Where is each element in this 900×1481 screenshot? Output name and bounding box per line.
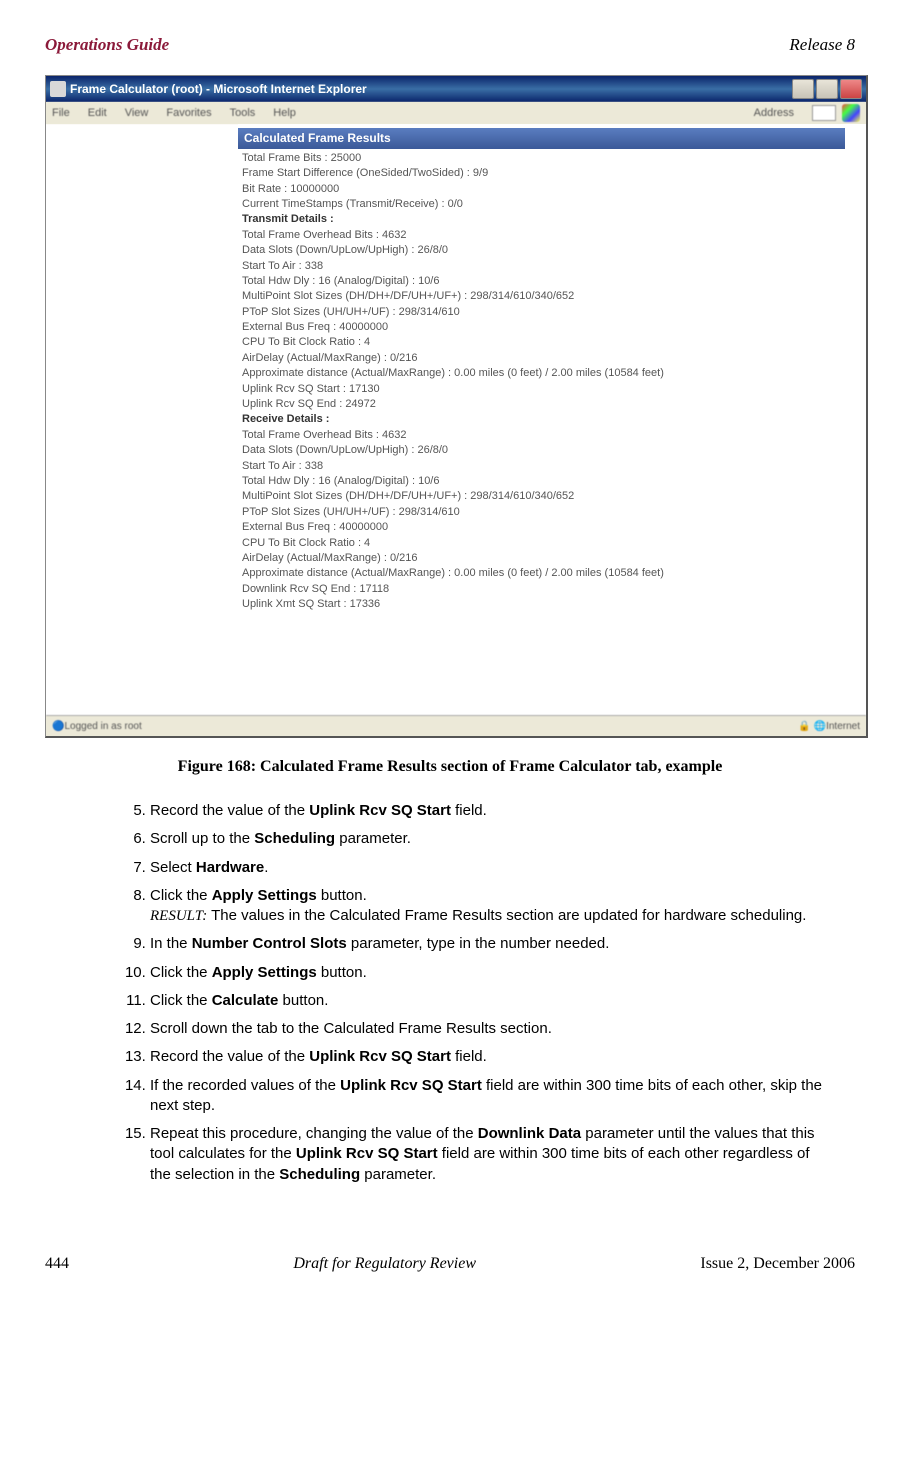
step-item: Click the Apply Settings button.: [150, 963, 830, 983]
step-item: Select Hardware.: [150, 858, 830, 878]
result-line: Downlink Rcv SQ End : 17118: [238, 582, 866, 597]
result-line: Uplink Rcv SQ Start : 17130: [238, 382, 866, 397]
ie-menubar: File Edit View Favorites Tools Help Addr…: [46, 102, 866, 124]
result-line: Frame Start Difference (OneSided/TwoSide…: [238, 166, 866, 181]
result-line: Total Frame Overhead Bits : 4632: [238, 428, 866, 443]
section-head: Calculated Frame Results: [238, 128, 845, 149]
result-line: Data Slots (Down/UpLow/UpHigh) : 26/8/0: [238, 243, 866, 258]
result-line: External Bus Freq : 40000000: [238, 320, 866, 335]
result-line: Approximate distance (Actual/MaxRange) :…: [238, 566, 866, 581]
result-line: Data Slots (Down/UpLow/UpHigh) : 26/8/0: [238, 443, 866, 458]
windows-flag-icon: [842, 104, 860, 122]
result-line: MultiPoint Slot Sizes (DH/DH+/DF/UH+/UF+…: [238, 289, 866, 304]
menu-help[interactable]: Help: [273, 107, 296, 119]
result-line: Total Frame Overhead Bits : 4632: [238, 228, 866, 243]
result-line: AirDelay (Actual/MaxRange) : 0/216: [238, 351, 866, 366]
result-line: Receive Details :: [238, 412, 866, 427]
result-line: Total Frame Bits : 25000: [238, 151, 866, 166]
result-line: PToP Slot Sizes (UH/UH+/UF) : 298/314/61…: [238, 305, 866, 320]
header-left: Operations Guide: [45, 35, 169, 55]
header-right: Release 8: [789, 35, 855, 55]
footer-right: Issue 2, December 2006: [700, 1255, 855, 1273]
result-line: Start To Air : 338: [238, 459, 866, 474]
step-item: Repeat this procedure, changing the valu…: [150, 1124, 830, 1185]
menu-view[interactable]: View: [125, 107, 149, 119]
step-item: Record the value of the Uplink Rcv SQ St…: [150, 1047, 830, 1067]
result-line: External Bus Freq : 40000000: [238, 520, 866, 535]
menu-file[interactable]: File: [52, 107, 70, 119]
step-item: If the recorded values of the Uplink Rcv…: [150, 1076, 830, 1117]
menu-favorites[interactable]: Favorites: [166, 107, 211, 119]
result-line: Approximate distance (Actual/MaxRange) :…: [238, 366, 866, 381]
embedded-screenshot: Frame Calculator (root) - Microsoft Inte…: [45, 75, 868, 738]
step-item: Click the Calculate button.: [150, 991, 830, 1011]
result-line: Uplink Rcv SQ End : 24972: [238, 397, 866, 412]
step-item: Click the Apply Settings button.RESULT: …: [150, 886, 830, 927]
menu-edit[interactable]: Edit: [88, 107, 107, 119]
result-line: Uplink Xmt SQ Start : 17336: [238, 597, 866, 612]
result-line: Current TimeStamps (Transmit/Receive) : …: [238, 197, 866, 212]
minimize-button[interactable]: [792, 79, 814, 99]
result-line: MultiPoint Slot Sizes (DH/DH+/DF/UH+/UF+…: [238, 489, 866, 504]
figure-caption: Figure 168: Calculated Frame Results sec…: [45, 758, 855, 776]
address-input[interactable]: [812, 105, 836, 121]
step-list: Record the value of the Uplink Rcv SQ St…: [45, 801, 855, 1185]
ie-content-area: Calculated Frame Results Total Frame Bit…: [46, 124, 866, 716]
step-item: Scroll up to the Scheduling parameter.: [150, 829, 830, 849]
page-footer: 444 Draft for Regulatory Review Issue 2,…: [45, 1255, 855, 1273]
result-line: Start To Air : 338: [238, 259, 866, 274]
ie-statusbar: 🔵 Logged in as root 🔒 🌐 Internet: [46, 715, 866, 736]
status-right: Internet: [826, 721, 860, 732]
maximize-button[interactable]: [816, 79, 838, 99]
menu-tools[interactable]: Tools: [230, 107, 256, 119]
footer-page-number: 444: [45, 1255, 69, 1273]
result-line: Total Hdw Dly : 16 (Analog/Digital) : 10…: [238, 274, 866, 289]
result-line: AirDelay (Actual/MaxRange) : 0/216: [238, 551, 866, 566]
address-label: Address: [754, 107, 794, 119]
footer-center: Draft for Regulatory Review: [69, 1255, 700, 1273]
result-line: Bit Rate : 10000000: [238, 182, 866, 197]
step-item: Scroll down the tab to the Calculated Fr…: [150, 1019, 830, 1039]
window-title: Frame Calculator (root) - Microsoft Inte…: [70, 82, 367, 96]
step-item: In the Number Control Slots parameter, t…: [150, 934, 830, 954]
page-header: Operations Guide Release 8: [45, 35, 855, 55]
results-pane: Calculated Frame Results Total Frame Bit…: [238, 124, 866, 716]
result-line: Transmit Details :: [238, 212, 866, 227]
status-left: Logged in as root: [64, 721, 141, 732]
close-button[interactable]: [840, 79, 862, 99]
result-line: Total Hdw Dly : 16 (Analog/Digital) : 10…: [238, 474, 866, 489]
result-line: CPU To Bit Clock Ratio : 4: [238, 335, 866, 350]
ie-icon: [50, 81, 66, 97]
result-line: PToP Slot Sizes (UH/UH+/UF) : 298/314/61…: [238, 505, 866, 520]
ie-titlebar: Frame Calculator (root) - Microsoft Inte…: [46, 76, 866, 102]
step-item: Record the value of the Uplink Rcv SQ St…: [150, 801, 830, 821]
result-line: CPU To Bit Clock Ratio : 4: [238, 536, 866, 551]
